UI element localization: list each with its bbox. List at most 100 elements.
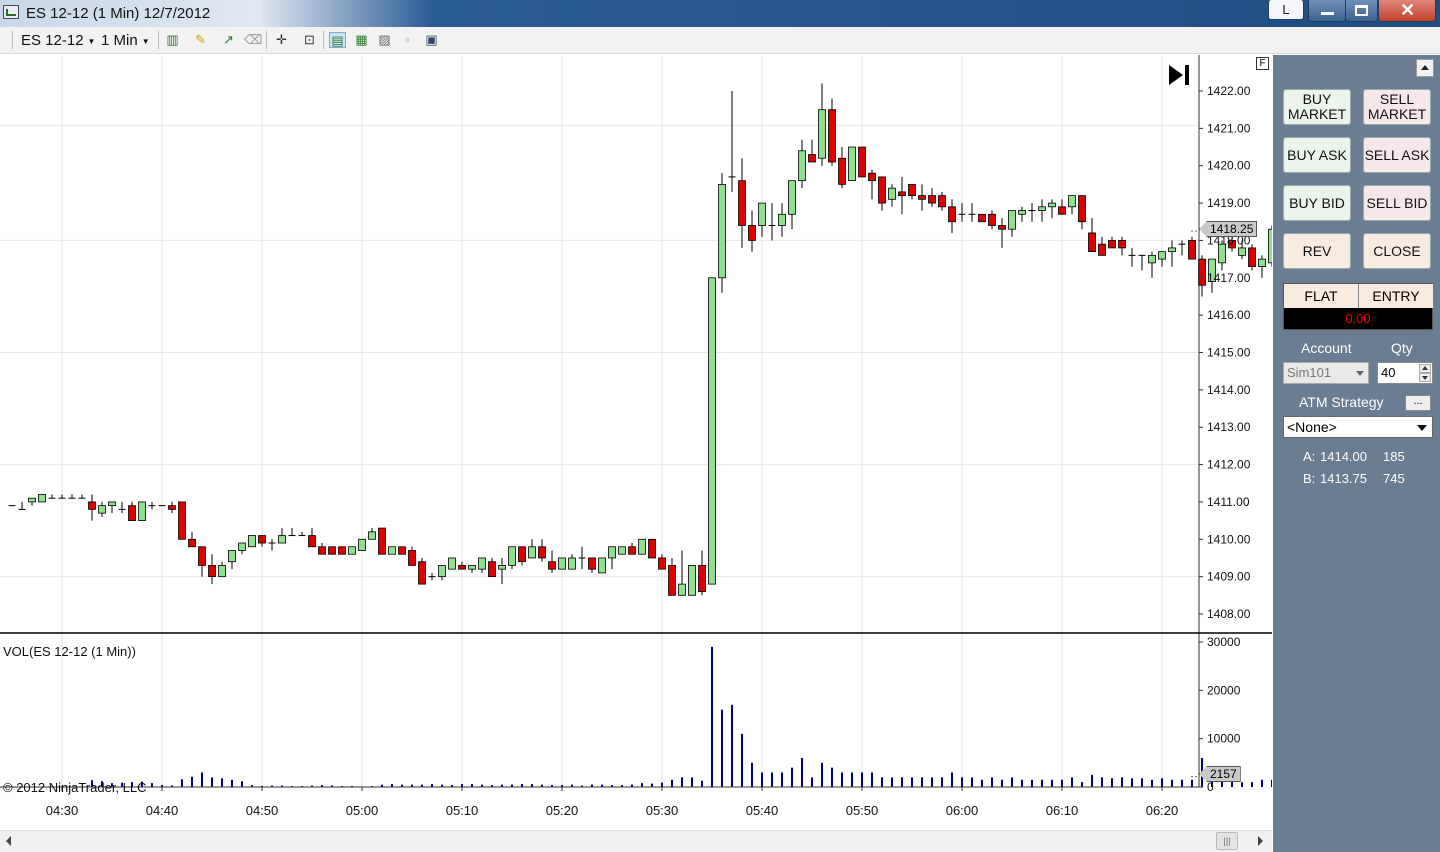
qty-value: 40 <box>1381 365 1396 380</box>
candle-body <box>1038 206 1046 211</box>
current-price-marker: 1418.25 <box>1199 221 1258 237</box>
candle-body <box>248 535 256 548</box>
candle-body <box>868 172 876 182</box>
candle-body <box>138 501 146 522</box>
x-tick-label: 04:50 <box>246 803 279 818</box>
account-select[interactable]: Sim101 <box>1283 362 1369 384</box>
price-volume-chart[interactable]: 04:30 04:40 04:50 05:00 05:10 05:20 05:30 05:40… <box>0 55 1272 830</box>
close-window-button[interactable]: ✕ <box>1378 0 1436 22</box>
minimize-icon <box>1321 12 1334 15</box>
y-tick-label: 1408.00 <box>1207 607 1251 621</box>
lock-window-button[interactable]: L <box>1268 0 1304 20</box>
chart-style-icon[interactable]: ▥ <box>164 32 181 48</box>
window-icon[interactable]: ▣ <box>423 32 440 48</box>
pencil-icon[interactable]: ✎ <box>192 32 209 48</box>
scroll-thumb-icon[interactable]: ||| <box>1216 832 1238 850</box>
chevron-up-icon <box>1421 65 1429 70</box>
close-position-button[interactable]: CLOSE <box>1363 233 1431 269</box>
candle-body <box>128 505 136 522</box>
atm-strategy-more-button[interactable]: ... <box>1405 395 1431 411</box>
scroll-left-arrow-icon[interactable] <box>6 836 11 846</box>
ask-size: 185 <box>1383 449 1405 464</box>
candle-body <box>858 146 866 178</box>
x-tick-label: 04:30 <box>46 803 79 818</box>
qty-increment-button[interactable] <box>1419 364 1431 373</box>
strategy-icon[interactable]: ▤ <box>329 32 346 48</box>
horizontal-scrollbar[interactable]: ||| <box>0 830 1272 852</box>
candle-body <box>568 557 576 570</box>
position-entry: ENTRY <box>1359 284 1433 308</box>
candle-body <box>358 538 366 551</box>
chevron-down-icon <box>1356 371 1364 376</box>
candle-body <box>1188 240 1196 260</box>
candle-body <box>538 546 546 559</box>
candle-body <box>808 154 816 163</box>
candle-body <box>998 225 1006 230</box>
maximize-button[interactable] <box>1345 0 1378 22</box>
chart-f-box[interactable]: F <box>1256 57 1269 70</box>
data-box-icon[interactable]: ▨ <box>376 32 393 48</box>
candle-body <box>178 501 186 540</box>
buy-ask-button[interactable]: BUY ASK <box>1283 137 1351 173</box>
instrument-selector[interactable]: ES 12-12 ▼ <box>21 32 95 49</box>
candle-body <box>458 565 466 570</box>
reverse-button[interactable]: REV <box>1283 233 1351 269</box>
candle-body <box>518 546 526 563</box>
candle-body <box>738 180 746 226</box>
candle-body <box>888 187 896 200</box>
candle-body <box>918 195 926 200</box>
sell-ask-button[interactable]: SELL ASK <box>1363 137 1431 173</box>
candle-body <box>1098 243 1106 256</box>
toolbar-separator <box>266 31 267 49</box>
quantity-stepper[interactable]: 40 <box>1377 362 1433 384</box>
minimize-button[interactable] <box>1308 0 1346 22</box>
volume-tick-label: 20000 <box>1207 683 1241 697</box>
buy-bid-button[interactable]: BUY BID <box>1283 185 1351 221</box>
candle-body <box>278 535 286 544</box>
volume-tick-label: 10000 <box>1207 732 1241 746</box>
sell-bid-button[interactable]: SELL BID <box>1363 185 1431 221</box>
ask-price: 1414.00 <box>1320 449 1367 464</box>
candle-body <box>208 565 216 578</box>
draw-tool-icon[interactable]: ↗ <box>220 32 237 48</box>
chart-toolbar: ES 12-12 ▼ 1 Min ▼ ▥ ✎ ↗ ⌫ ✛ ⊡ ▤ ▦ ▨ ▫ ▣ <box>0 27 1440 54</box>
buy-market-button[interactable]: BUY MARKET <box>1283 89 1351 125</box>
candle-body <box>528 546 536 559</box>
account-label: Account <box>1301 340 1352 356</box>
candle-body <box>338 546 346 555</box>
y-tick-label: 1414.00 <box>1207 383 1251 397</box>
candle-body <box>938 195 946 208</box>
crosshair-icon[interactable]: ✛ <box>273 32 290 48</box>
candle-body <box>1258 258 1266 267</box>
properties-icon[interactable]: ▫ <box>399 32 416 48</box>
collapse-panel-button[interactable] <box>1416 59 1434 77</box>
y-tick-label: 1420.00 <box>1207 159 1251 173</box>
go-to-end-icon[interactable] <box>1168 64 1192 86</box>
candle-body <box>788 180 796 215</box>
candle-body <box>1108 240 1116 249</box>
candle-body <box>218 565 226 578</box>
y-tick-label: 1416.00 <box>1207 308 1251 322</box>
toolbar-separator <box>323 31 324 49</box>
candle-body <box>438 565 446 578</box>
qty-decrement-button[interactable] <box>1419 373 1431 382</box>
position-pnl: 0.00 <box>1284 308 1432 329</box>
y-tick-label: 1421.00 <box>1207 121 1251 135</box>
candle-body <box>1118 240 1126 249</box>
zoom-icon[interactable]: ⊡ <box>301 32 318 48</box>
atm-strategy-select[interactable]: <None> <box>1283 416 1433 438</box>
interval-selector[interactable]: 1 Min ▼ <box>101 32 150 49</box>
x-tick-label: 05:50 <box>846 803 879 818</box>
candle-body <box>258 535 266 544</box>
sell-market-button[interactable]: SELL MARKET <box>1363 89 1431 125</box>
candle-body <box>98 505 106 514</box>
candle-body <box>588 557 596 570</box>
candle-body <box>658 557 666 570</box>
chart-area[interactable]: 04:30 04:40 04:50 05:00 05:10 05:20 05:30 05:40… <box>0 55 1272 830</box>
scroll-right-arrow-icon[interactable] <box>1258 836 1263 846</box>
volume-tick-label: 30000 <box>1207 635 1241 649</box>
indicator-icon[interactable]: ▦ <box>353 32 370 48</box>
candle-body <box>238 542 246 551</box>
candle-body <box>448 557 456 570</box>
eraser-icon[interactable]: ⌫ <box>244 32 262 48</box>
